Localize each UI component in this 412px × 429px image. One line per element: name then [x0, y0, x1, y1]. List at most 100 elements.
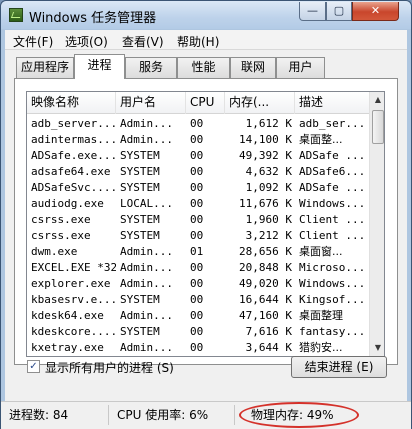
table-row[interactable]: kdesk64.exe Admin... 00 47,160 K 桌面整理 — [27, 308, 369, 324]
process-cpu: 00 — [190, 133, 204, 146]
scroll-down-icon[interactable]: ▼ — [371, 340, 384, 356]
task-manager-window: Windows 任务管理器 — ▢ ✕ 文件(F) 选项(O) 查看(V) 帮助… — [0, 0, 412, 429]
table-row[interactable]: EXCEL.EXE *32 Admin... 00 20,848 K Microso..… — [27, 260, 369, 276]
table-row[interactable]: adintermas... Admin... 00 14,100 K 桌面整... — [27, 132, 369, 148]
process-description: 桌面窗... — [299, 245, 343, 258]
process-memory: 14,100 K — [239, 133, 292, 146]
process-user: Admin... — [116, 116, 186, 132]
show-all-users-label: 显示所有用户的进程 (S) — [45, 361, 174, 375]
minimize-button[interactable]: — — [299, 2, 326, 21]
tab-services[interactable]: 服务 — [125, 57, 177, 78]
menu-help[interactable]: 帮助(H) — [177, 33, 219, 50]
process-memory: 3,212 K — [245, 229, 292, 242]
process-user: SYSTEM — [120, 229, 160, 242]
process-name: adb_server... — [27, 116, 116, 132]
window-title: Windows 任务管理器 — [29, 11, 157, 26]
table-row[interactable]: audiodg.exe LOCAL... 00 11,676 K Windows... — [27, 196, 369, 212]
process-user: SYSTEM — [120, 325, 160, 338]
process-name: adsafe64.exe — [31, 165, 111, 178]
process-description: Client ... — [299, 213, 366, 226]
process-memory: 28,656 K — [239, 245, 292, 258]
process-name: ADSafeSvc.... — [31, 181, 116, 194]
vertical-scrollbar[interactable]: ▲ ▼ — [369, 92, 384, 356]
process-cpu: 00 — [190, 277, 204, 290]
process-description: ADSafe ... — [299, 149, 366, 162]
status-bar: 进程数: 84 CPU 使用率: 6% 物理内存: 49% — [1, 401, 411, 429]
table-row[interactable]: explorer.exe Admin... 00 49,020 K Windows... — [27, 276, 369, 292]
process-user: Admin... — [120, 277, 173, 290]
process-name: kbasesrv.e... — [31, 293, 116, 306]
process-memory: 20,848 K — [239, 261, 292, 274]
process-name: audiodg.exe — [31, 197, 104, 210]
process-memory: 47,160 K — [239, 309, 292, 322]
client-area: 应用程序 进程 服务 性能 联网 用户 映像名称 用户名 CPU 内存(... … — [5, 50, 407, 403]
maximize-button[interactable]: ▢ — [326, 2, 352, 21]
process-user: Admin... — [120, 309, 173, 322]
process-cpu: 00 — [190, 181, 204, 194]
process-memory: 1,960 K — [245, 213, 292, 226]
column-description[interactable]: 描述 — [295, 92, 369, 114]
column-user-name[interactable]: 用户名 — [116, 92, 186, 114]
tab-users[interactable]: 用户 — [276, 57, 325, 78]
end-process-button[interactable]: 结束进程 (E) — [291, 356, 387, 378]
menu-file[interactable]: 文件(F) — [13, 33, 53, 50]
tab-networking[interactable]: 联网 — [230, 57, 276, 78]
process-name: kxetray.exe — [31, 341, 104, 354]
process-cpu: 01 — [190, 245, 204, 258]
process-name: csrss.exe — [31, 213, 91, 226]
process-cpu: 00 — [190, 309, 204, 322]
column-image-name[interactable]: 映像名称 — [27, 92, 116, 114]
process-name: kdeskcore.... — [31, 325, 116, 338]
process-cpu: 00 — [190, 213, 204, 226]
table-row[interactable]: csrss.exe SYSTEM 00 3,212 K Client ... — [27, 228, 369, 244]
table-row[interactable]: csrss.exe SYSTEM 00 1,960 K Client ... — [27, 212, 369, 228]
table-row[interactable]: kxetray.exe Admin... 00 3,644 K 猎豹安... — [27, 340, 369, 356]
process-description: 猎豹安... — [299, 341, 343, 354]
process-description: Client ... — [299, 229, 366, 242]
tab-processes[interactable]: 进程 — [74, 54, 125, 79]
process-description: fantasy... — [299, 325, 366, 338]
process-user: Admin... — [120, 245, 173, 258]
column-cpu[interactable]: CPU — [186, 92, 225, 114]
table-row[interactable]: kbasesrv.e... SYSTEM 00 16,644 K Kingsof... — [27, 292, 369, 308]
scroll-thumb[interactable] — [372, 110, 384, 144]
column-memory[interactable]: 内存(... — [225, 92, 295, 114]
scroll-up-icon[interactable]: ▲ — [371, 92, 384, 108]
menu-view[interactable]: 查看(V) — [122, 33, 164, 50]
process-name: adintermas... — [31, 133, 116, 146]
tab-applications[interactable]: 应用程序 — [16, 57, 74, 78]
process-description: ADSafe ... — [299, 181, 366, 194]
process-memory: 4,632 K — [245, 165, 292, 178]
process-memory: 16,644 K — [239, 293, 292, 306]
process-description: Microso... — [299, 261, 366, 274]
menu-options[interactable]: 选项(O) — [65, 33, 108, 50]
title-bar[interactable]: Windows 任务管理器 — ▢ ✕ — [1, 1, 411, 29]
tab-performance[interactable]: 性能 — [177, 57, 230, 78]
process-description: adb_ser... — [295, 116, 369, 132]
process-user: SYSTEM — [120, 165, 160, 178]
process-cpu: 00 — [190, 261, 204, 274]
process-cpu: 00 — [190, 229, 204, 242]
table-row[interactable]: ADSafeSvc.... SYSTEM 00 1,092 K ADSafe ... — [27, 180, 369, 196]
table-row[interactable]: kdeskcore.... SYSTEM 00 7,616 K fantasy... — [27, 324, 369, 340]
process-user: Admin... — [120, 341, 173, 354]
process-user: SYSTEM — [120, 181, 160, 194]
process-cpu: 00 — [190, 149, 204, 162]
process-description: Windows... — [299, 277, 366, 290]
status-process-count: 进程数: 84 — [1, 405, 109, 425]
close-button[interactable]: ✕ — [352, 2, 399, 21]
table-row[interactable]: adsafe64.exe SYSTEM 00 4,632 K ADSafe6... — [27, 164, 369, 180]
table-row[interactable]: adb_server... Admin... 00 1,612 Kadb_ser... — [27, 116, 369, 132]
table-row[interactable]: ADSafe.exe... SYSTEM 00 49,392 K ADSafe ... — [27, 148, 369, 164]
table-row[interactable]: dwm.exe Admin... 01 28,656 K 桌面窗... — [27, 244, 369, 260]
process-memory: 49,020 K — [239, 277, 292, 290]
process-memory: 7,616 K — [245, 325, 292, 338]
process-user: SYSTEM — [120, 213, 160, 226]
process-memory: 1,612 K — [225, 116, 295, 132]
process-user: Admin... — [120, 133, 173, 146]
process-cpu: 00 — [186, 116, 225, 132]
process-memory: 49,392 K — [239, 149, 292, 162]
process-memory: 1,092 K — [245, 181, 292, 194]
show-all-users-checkbox[interactable]: ✓ — [27, 360, 40, 373]
process-user: SYSTEM — [120, 149, 160, 162]
